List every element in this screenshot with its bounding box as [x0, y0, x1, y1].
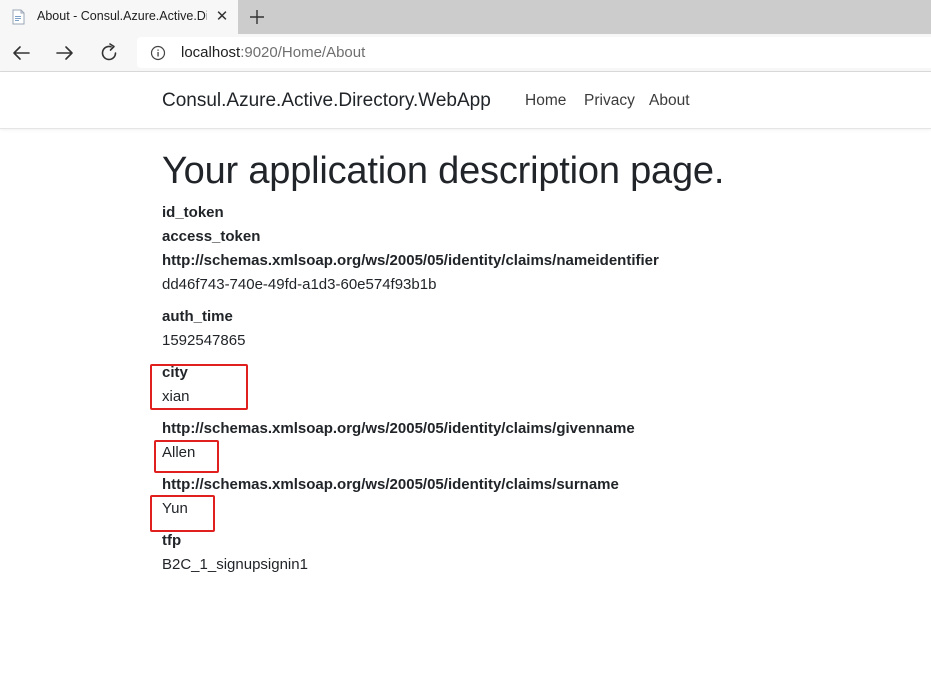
highlight-box-givenname — [154, 440, 219, 473]
nav-home-link[interactable]: Home — [525, 92, 566, 110]
claim-key: http://schemas.xmlsoap.org/ws/2005/05/id… — [162, 420, 635, 437]
claim-key: id_token — [162, 204, 224, 221]
claim-key: access_token — [162, 228, 261, 245]
info-icon[interactable] — [150, 45, 166, 61]
page-icon — [12, 9, 25, 25]
claim-value: dd46f743-740e-49fd-a1d3-60e574f93b1b — [162, 276, 437, 293]
refresh-icon[interactable] — [97, 41, 121, 65]
browser-toolbar: localhost:9020/Home/About — [0, 34, 931, 72]
tab-title: About - Consul.Azure.Active.Dire — [37, 9, 207, 23]
tab-strip: About - Consul.Azure.Active.Dire ✕ — [0, 0, 931, 34]
close-icon[interactable]: ✕ — [213, 8, 231, 26]
claim-key: auth_time — [162, 308, 233, 325]
url-text[interactable]: localhost:9020/Home/About — [181, 44, 365, 61]
site-navbar: Consul.Azure.Active.Directory.WebApp Hom… — [0, 72, 931, 129]
plus-icon[interactable] — [246, 6, 268, 28]
browser-tab[interactable]: About - Consul.Azure.Active.Dire ✕ — [0, 0, 238, 34]
nav-about-link[interactable]: About — [649, 92, 690, 110]
claim-value: B2C_1_signupsignin1 — [162, 556, 308, 573]
arrow-left-icon[interactable] — [9, 41, 33, 65]
address-bar[interactable]: localhost:9020/Home/About — [137, 37, 931, 68]
nav-privacy-link[interactable]: Privacy — [584, 92, 635, 110]
page-title: Your application description page. — [162, 150, 725, 192]
claim-key: http://schemas.xmlsoap.org/ws/2005/05/id… — [162, 252, 659, 269]
url-host: localhost — [181, 44, 241, 61]
arrow-right-icon[interactable] — [53, 41, 77, 65]
claim-value: 1592547865 — [162, 332, 246, 349]
brand-link[interactable]: Consul.Azure.Active.Directory.WebApp — [162, 90, 491, 112]
claim-key: http://schemas.xmlsoap.org/ws/2005/05/id… — [162, 476, 619, 493]
url-path: :9020/Home/About — [240, 44, 366, 61]
claim-key: tfp — [162, 532, 182, 549]
highlight-box-surname — [150, 495, 215, 532]
highlight-box-city — [150, 364, 248, 410]
